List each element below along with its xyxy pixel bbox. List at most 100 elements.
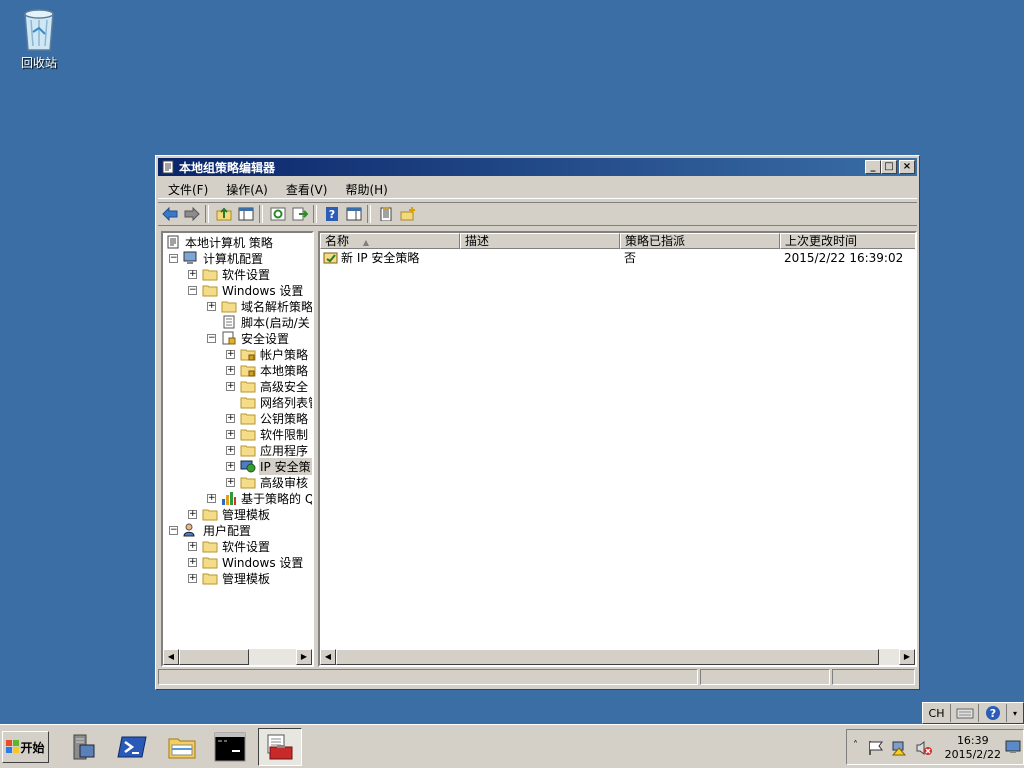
expand-icon[interactable]: + <box>226 461 235 471</box>
list-hscrollbar[interactable]: ◀ ▶ <box>320 649 915 665</box>
tree-node-network-list[interactable]: 网络列表管 <box>240 394 312 410</box>
tree-node-root[interactable]: 本地计算机 策略 <box>165 234 274 250</box>
menu-view[interactable]: 查看(V) <box>276 181 336 198</box>
tree-node-account-policies[interactable]: + 帐户策略 <box>226 346 309 362</box>
new-icon[interactable] <box>398 204 418 224</box>
expand-icon[interactable]: + <box>226 477 235 487</box>
powershell-icon[interactable] <box>110 728 154 766</box>
gpedit-toolbox-icon[interactable] <box>258 728 302 766</box>
expand-icon[interactable]: + <box>226 429 235 439</box>
clock-time: 16:39 <box>956 734 989 747</box>
expand-icon[interactable]: + <box>226 349 235 359</box>
tree-node-user-software-settings[interactable]: + 软件设置 <box>188 538 271 554</box>
tree-node-name-resolution-policy[interactable]: + 域名解析策略 <box>207 298 312 314</box>
expand-icon[interactable]: + <box>226 365 235 375</box>
keyboard-icon[interactable] <box>951 704 979 722</box>
expand-icon[interactable]: + <box>188 541 197 551</box>
menu-help[interactable]: 帮助(H) <box>335 181 395 198</box>
tree-node-windows-settings[interactable]: − Windows 设置 <box>188 282 304 298</box>
collapse-icon[interactable]: − <box>207 333 216 343</box>
minimize-button[interactable]: _ <box>865 160 881 174</box>
show-hidden-icons-icon[interactable]: ˄ <box>853 740 858 751</box>
network-warning-icon[interactable] <box>891 740 909 756</box>
tree-node-advanced-security[interactable]: + 高级安全 <box>226 378 309 394</box>
list-item[interactable]: 新 IP 安全策略 否 2015/2/22 16:39:02 <box>320 250 915 266</box>
forward-icon[interactable] <box>182 204 202 224</box>
expand-icon[interactable]: + <box>188 509 197 519</box>
tree-node-ip-security[interactable]: + IP 安全策 <box>226 457 312 475</box>
expand-icon[interactable]: + <box>207 493 216 503</box>
expand-icon[interactable]: + <box>188 557 197 567</box>
tree-node-software-restriction[interactable]: + 软件限制 <box>226 426 309 442</box>
column-header-description[interactable]: 描述 <box>460 233 620 249</box>
help-icon[interactable]: ? <box>979 704 1007 722</box>
tree-node-security-settings[interactable]: − 安全设置 <box>207 330 290 346</box>
scroll-thumb[interactable] <box>179 649 249 665</box>
folder-icon <box>240 445 256 457</box>
scroll-left-button[interactable]: ◀ <box>163 649 179 665</box>
tree-node-scripts[interactable]: 脚本(启动/关 <box>221 314 311 330</box>
tree-hscrollbar[interactable]: ◀ ▶ <box>163 649 312 665</box>
collapse-icon[interactable]: − <box>169 253 178 263</box>
cmd-icon[interactable] <box>208 728 252 766</box>
close-button[interactable]: × <box>899 160 915 174</box>
scroll-right-button[interactable]: ▶ <box>899 649 915 665</box>
column-header-name[interactable]: 名称 ▲ <box>320 233 460 249</box>
start-button[interactable]: 开始 <box>2 731 49 763</box>
tree-node-policy-qos[interactable]: + 基于策略的 Q <box>207 490 312 506</box>
expand-icon[interactable]: + <box>226 445 235 455</box>
toolbar-separator <box>259 205 263 223</box>
menu-file[interactable]: 文件(F) <box>158 181 216 198</box>
taskbar: 开始 ˄ 16:39 2015/2/22 <box>0 724 1024 768</box>
language-bar: CH ? ▾ <box>922 702 1024 724</box>
refresh-icon[interactable] <box>268 204 288 224</box>
volume-muted-icon[interactable] <box>915 740 933 756</box>
expand-icon[interactable]: + <box>226 413 235 423</box>
help-icon[interactable]: ? <box>322 204 342 224</box>
expand-icon[interactable]: + <box>188 269 197 279</box>
properties-icon[interactable] <box>376 204 396 224</box>
tree-node-software-settings[interactable]: + 软件设置 <box>188 266 271 282</box>
action-center-flag-icon[interactable] <box>867 740 885 756</box>
show-hide-action-pane-icon[interactable] <box>344 204 364 224</box>
clock[interactable]: 16:39 2015/2/22 <box>945 734 1001 762</box>
show-desktop-icon[interactable] <box>1005 738 1021 757</box>
tree-node-public-key-policies[interactable]: + 公钥策略 <box>226 410 309 426</box>
expand-icon[interactable]: + <box>207 301 216 311</box>
scroll-left-button[interactable]: ◀ <box>320 649 336 665</box>
list-pane[interactable]: 名称 ▲ 描述 策略已指派 上次更改时间 新 IP 安全策略 否 2015/2/… <box>318 231 917 667</box>
menu-action[interactable]: 操作(A) <box>216 181 276 198</box>
title-bar[interactable]: 本地组策略编辑器 _ □ × <box>158 158 917 176</box>
tree-node-admin-templates[interactable]: + 管理模板 <box>188 506 271 522</box>
show-hide-tree-icon[interactable] <box>236 204 256 224</box>
export-list-icon[interactable] <box>290 204 310 224</box>
server-manager-icon[interactable] <box>60 728 104 766</box>
up-folder-icon[interactable] <box>214 204 234 224</box>
recycle-bin-desktop-icon[interactable]: 回收站 <box>14 6 64 71</box>
tree-node-app-control[interactable]: + 应用程序 <box>226 442 309 458</box>
toolbar-separator <box>313 205 317 223</box>
column-header-last-modified[interactable]: 上次更改时间 <box>780 233 915 249</box>
tree-pane[interactable]: 本地计算机 策略 − 计算机配置 + 软件设置 − Windows 设置 + 域… <box>161 231 314 667</box>
collapse-icon[interactable]: − <box>169 525 178 535</box>
maximize-button[interactable]: □ <box>881 160 897 174</box>
explorer-icon[interactable] <box>160 728 204 766</box>
tree-node-computer-config[interactable]: − 计算机配置 <box>169 250 264 266</box>
tree-node-local-policies[interactable]: + 本地策略 <box>226 362 309 378</box>
scroll-right-button[interactable]: ▶ <box>296 649 312 665</box>
tree-node-user-config[interactable]: − 用户配置 <box>169 522 252 538</box>
folder-icon <box>240 413 256 425</box>
column-header-assigned[interactable]: 策略已指派 <box>620 233 780 249</box>
expand-icon[interactable]: + <box>188 573 197 583</box>
folder-icon <box>202 573 218 585</box>
tree-node-user-admin-templates[interactable]: + 管理模板 <box>188 570 271 586</box>
input-language-indicator[interactable]: CH <box>923 704 951 722</box>
collapse-icon[interactable]: − <box>188 285 197 295</box>
back-icon[interactable] <box>160 204 180 224</box>
options-icon[interactable]: ▾ <box>1007 704 1023 722</box>
tree-node-advanced-audit[interactable]: + 高级审核 <box>226 474 309 490</box>
scroll-thumb[interactable] <box>336 649 879 665</box>
tree-node-user-windows-settings[interactable]: + Windows 设置 <box>188 554 304 570</box>
status-panel <box>832 669 915 685</box>
expand-icon[interactable]: + <box>226 381 235 391</box>
